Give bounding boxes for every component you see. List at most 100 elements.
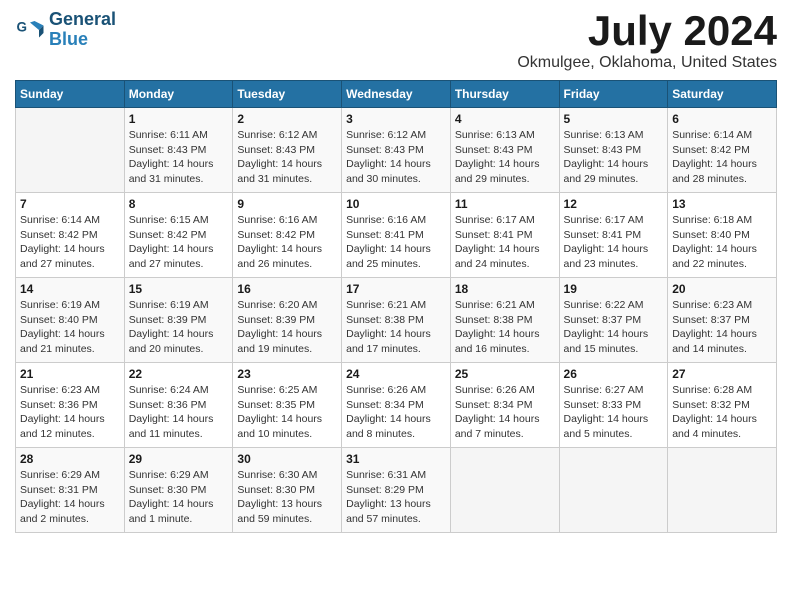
day-number: 25 <box>455 367 555 381</box>
location-title: Okmulgee, Oklahoma, United States <box>517 54 777 72</box>
logo-line1: General <box>49 10 116 30</box>
day-info: Sunrise: 6:29 AMSunset: 8:30 PMDaylight:… <box>129 468 229 527</box>
day-info: Sunrise: 6:20 AMSunset: 8:39 PMDaylight:… <box>237 298 337 357</box>
day-number: 24 <box>346 367 446 381</box>
header-sunday: Sunday <box>16 81 125 108</box>
day-info: Sunrise: 6:11 AMSunset: 8:43 PMDaylight:… <box>129 128 229 187</box>
table-row <box>668 448 777 533</box>
day-number: 11 <box>455 197 555 211</box>
day-number: 26 <box>564 367 664 381</box>
day-info: Sunrise: 6:24 AMSunset: 8:36 PMDaylight:… <box>129 383 229 442</box>
month-title: July 2024 <box>517 10 777 52</box>
logo-line2: Blue <box>49 30 116 50</box>
table-row: 26 Sunrise: 6:27 AMSunset: 8:33 PMDayligh… <box>559 363 668 448</box>
logo: G General Blue <box>15 10 116 50</box>
day-info: Sunrise: 6:29 AMSunset: 8:31 PMDaylight:… <box>20 468 120 527</box>
day-number: 30 <box>237 452 337 466</box>
day-info: Sunrise: 6:16 AMSunset: 8:42 PMDaylight:… <box>237 213 337 272</box>
table-row: 19Sunrise: 6:22 AMSunset: 8:37 PMDayligh… <box>559 278 668 363</box>
table-row: 28 Sunrise: 6:29 AMSunset: 8:31 PMDayligh… <box>16 448 125 533</box>
table-row: 24 Sunrise: 6:26 AMSunset: 8:34 PMDayligh… <box>342 363 451 448</box>
table-row <box>450 448 559 533</box>
day-number: 22 <box>129 367 229 381</box>
table-row: 11 Sunrise: 6:17 AMSunset: 8:41 PMDayligh… <box>450 193 559 278</box>
day-info: Sunrise: 6:17 AMSunset: 8:41 PMDaylight:… <box>564 213 664 272</box>
table-row: 12 Sunrise: 6:17 AMSunset: 8:41 PMDayligh… <box>559 193 668 278</box>
day-number: 12 <box>564 197 664 211</box>
day-info: Sunrise: 6:23 AMSunset: 8:37 PMDaylight:… <box>672 298 772 357</box>
day-info: Sunrise: 6:17 AMSunset: 8:41 PMDaylight:… <box>455 213 555 272</box>
table-row: 15 Sunrise: 6:19 AMSunset: 8:39 PMDayligh… <box>124 278 233 363</box>
calendar-week-row: 7Sunrise: 6:14 AMSunset: 8:42 PMDaylight… <box>16 193 777 278</box>
table-row: 1 Sunrise: 6:11 AMSunset: 8:43 PMDaylight… <box>124 108 233 193</box>
table-row: 25Sunrise: 6:26 AMSunset: 8:34 PMDayligh… <box>450 363 559 448</box>
day-info: Sunrise: 6:14 AMSunset: 8:42 PMDaylight:… <box>20 213 120 272</box>
day-number: 23 <box>237 367 337 381</box>
table-row: 16 Sunrise: 6:20 AMSunset: 8:39 PMDayligh… <box>233 278 342 363</box>
svg-text:G: G <box>17 19 28 34</box>
day-number: 19 <box>564 282 664 296</box>
header-tuesday: Tuesday <box>233 81 342 108</box>
table-row: 10 Sunrise: 6:16 AMSunset: 8:41 PMDayligh… <box>342 193 451 278</box>
table-row: 13 Sunrise: 6:18 AMSunset: 8:40 PMDayligh… <box>668 193 777 278</box>
calendar-week-row: 21Sunrise: 6:23 AMSunset: 8:36 PMDayligh… <box>16 363 777 448</box>
header-wednesday: Wednesday <box>342 81 451 108</box>
title-area: July 2024 Okmulgee, Oklahoma, United Sta… <box>517 10 777 72</box>
day-info: Sunrise: 6:18 AMSunset: 8:40 PMDaylight:… <box>672 213 772 272</box>
day-number: 1 <box>129 112 229 126</box>
day-number: 6 <box>672 112 772 126</box>
day-info: Sunrise: 6:26 AMSunset: 8:34 PMDaylight:… <box>346 383 446 442</box>
day-number: 20 <box>672 282 772 296</box>
day-number: 2 <box>237 112 337 126</box>
days-header-row: Sunday Monday Tuesday Wednesday Thursday… <box>16 81 777 108</box>
day-number: 15 <box>129 282 229 296</box>
day-info: Sunrise: 6:31 AMSunset: 8:29 PMDaylight:… <box>346 468 446 527</box>
day-number: 16 <box>237 282 337 296</box>
day-number: 28 <box>20 452 120 466</box>
table-row: 27 Sunrise: 6:28 AMSunset: 8:32 PMDayligh… <box>668 363 777 448</box>
day-info: Sunrise: 6:13 AMSunset: 8:43 PMDaylight:… <box>564 128 664 187</box>
table-row: 3 Sunrise: 6:12 AMSunset: 8:43 PMDaylight… <box>342 108 451 193</box>
table-row: 18 Sunrise: 6:21 AMSunset: 8:38 PMDayligh… <box>450 278 559 363</box>
day-info: Sunrise: 6:28 AMSunset: 8:32 PMDaylight:… <box>672 383 772 442</box>
logo-icon: G <box>15 15 45 45</box>
page-header: G General Blue July 2024 Okmulgee, Oklah… <box>15 10 777 72</box>
table-row: 14 Sunrise: 6:19 AMSunset: 8:40 PMDayligh… <box>16 278 125 363</box>
day-info: Sunrise: 6:19 AMSunset: 8:40 PMDaylight:… <box>20 298 120 357</box>
calendar-week-row: 28 Sunrise: 6:29 AMSunset: 8:31 PMDayligh… <box>16 448 777 533</box>
header-thursday: Thursday <box>450 81 559 108</box>
day-number: 14 <box>20 282 120 296</box>
table-row: 30Sunrise: 6:30 AMSunset: 8:30 PMDayligh… <box>233 448 342 533</box>
day-info: Sunrise: 6:27 AMSunset: 8:33 PMDaylight:… <box>564 383 664 442</box>
table-row: 2 Sunrise: 6:12 AMSunset: 8:43 PMDaylight… <box>233 108 342 193</box>
day-number: 13 <box>672 197 772 211</box>
table-row: 31Sunrise: 6:31 AMSunset: 8:29 PMDayligh… <box>342 448 451 533</box>
calendar-week-row: 14 Sunrise: 6:19 AMSunset: 8:40 PMDayligh… <box>16 278 777 363</box>
day-info: Sunrise: 6:12 AMSunset: 8:43 PMDaylight:… <box>237 128 337 187</box>
day-info: Sunrise: 6:16 AMSunset: 8:41 PMDaylight:… <box>346 213 446 272</box>
calendar-table: Sunday Monday Tuesday Wednesday Thursday… <box>15 80 777 533</box>
table-row: 20 Sunrise: 6:23 AMSunset: 8:37 PMDayligh… <box>668 278 777 363</box>
day-number: 5 <box>564 112 664 126</box>
day-info: Sunrise: 6:25 AMSunset: 8:35 PMDaylight:… <box>237 383 337 442</box>
day-info: Sunrise: 6:13 AMSunset: 8:43 PMDaylight:… <box>455 128 555 187</box>
day-number: 3 <box>346 112 446 126</box>
day-number: 21 <box>20 367 120 381</box>
table-row: 9Sunrise: 6:16 AMSunset: 8:42 PMDaylight… <box>233 193 342 278</box>
day-number: 4 <box>455 112 555 126</box>
table-row <box>559 448 668 533</box>
table-row: 22 Sunrise: 6:24 AMSunset: 8:36 PMDayligh… <box>124 363 233 448</box>
table-row: 17Sunrise: 6:21 AMSunset: 8:38 PMDayligh… <box>342 278 451 363</box>
table-row: 5 Sunrise: 6:13 AMSunset: 8:43 PMDaylight… <box>559 108 668 193</box>
day-number: 18 <box>455 282 555 296</box>
day-number: 8 <box>129 197 229 211</box>
day-info: Sunrise: 6:21 AMSunset: 8:38 PMDaylight:… <box>455 298 555 357</box>
day-info: Sunrise: 6:19 AMSunset: 8:39 PMDaylight:… <box>129 298 229 357</box>
table-row: 29Sunrise: 6:29 AMSunset: 8:30 PMDayligh… <box>124 448 233 533</box>
day-info: Sunrise: 6:15 AMSunset: 8:42 PMDaylight:… <box>129 213 229 272</box>
day-number: 10 <box>346 197 446 211</box>
day-number: 27 <box>672 367 772 381</box>
table-row: 6Sunrise: 6:14 AMSunset: 8:42 PMDaylight… <box>668 108 777 193</box>
table-row: 21Sunrise: 6:23 AMSunset: 8:36 PMDayligh… <box>16 363 125 448</box>
day-info: Sunrise: 6:12 AMSunset: 8:43 PMDaylight:… <box>346 128 446 187</box>
